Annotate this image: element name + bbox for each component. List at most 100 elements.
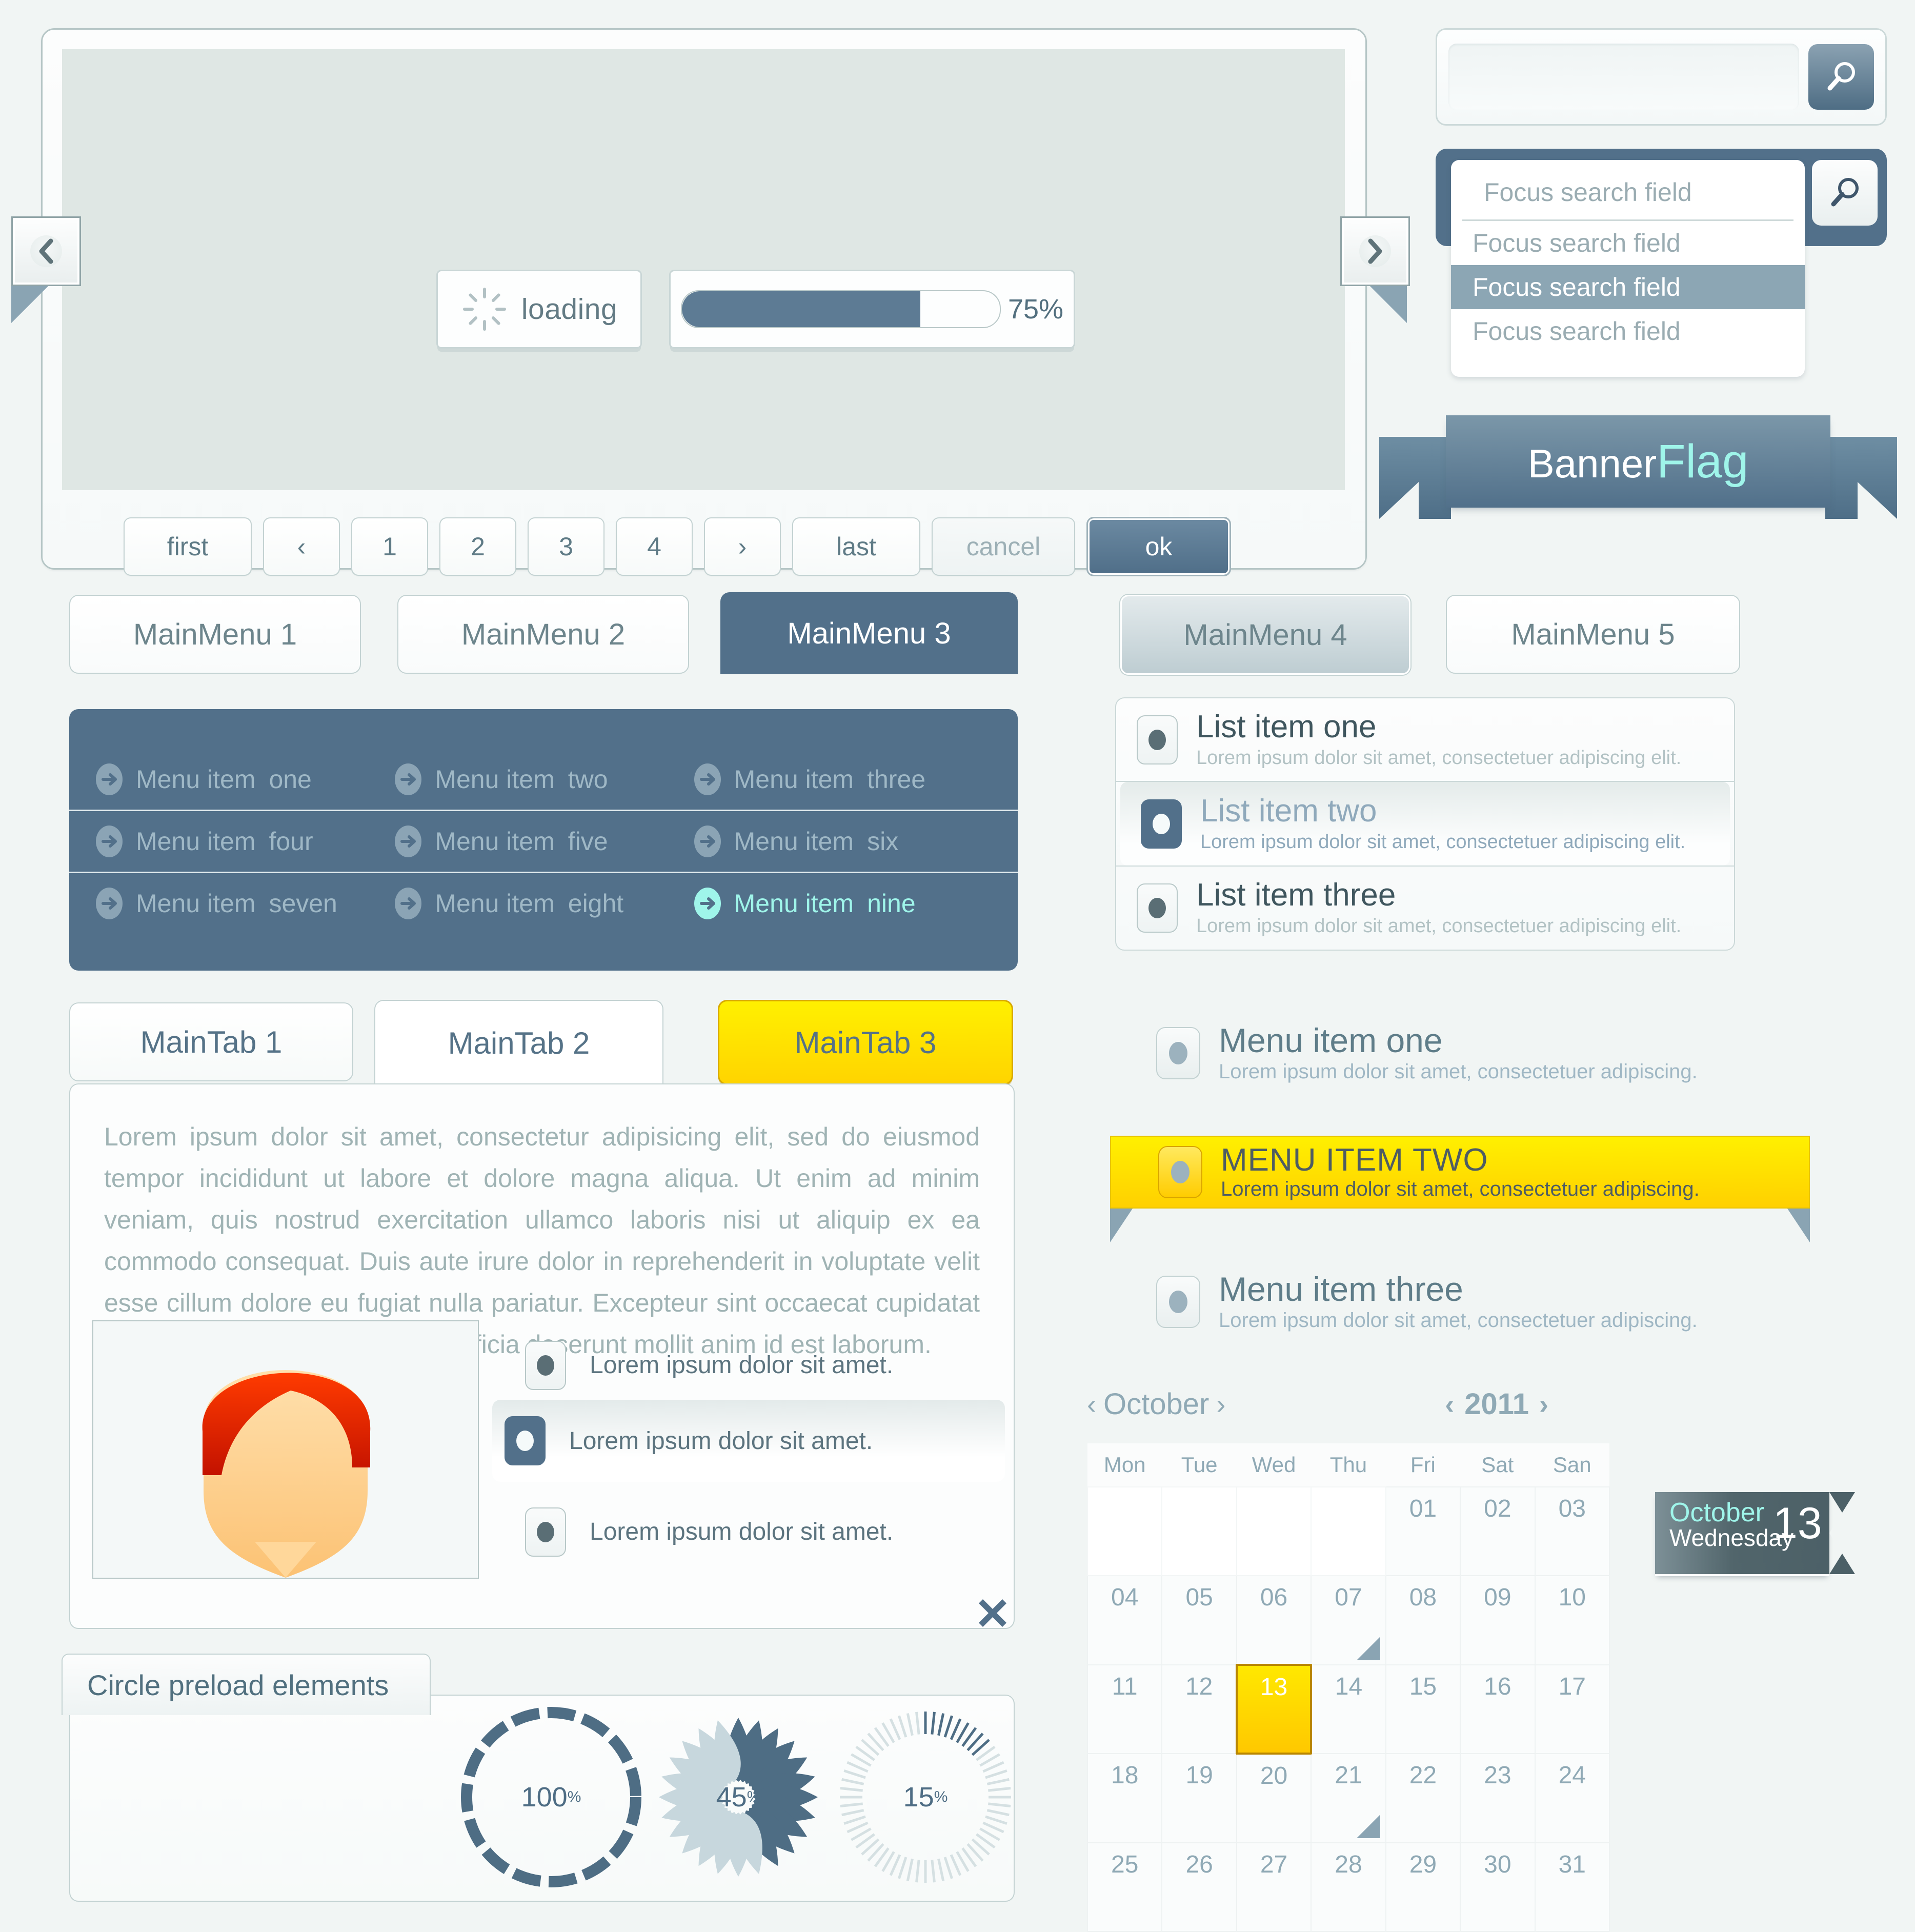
calendar-weekday-row: Mon Tue Wed Thu Fri Sat San (1087, 1443, 1609, 1487)
pagination-page-1[interactable]: 1 (351, 517, 428, 576)
calendar-day[interactable]: 15 (1385, 1664, 1461, 1754)
main-menu-tab-1[interactable]: MainMenu 1 (69, 595, 361, 674)
calendar-day[interactable]: 11 (1086, 1664, 1163, 1754)
radio-button[interactable] (1156, 1027, 1200, 1080)
menu-item-one[interactable]: Menu item one (95, 762, 394, 797)
menu-item-nine[interactable]: Menu item nine (693, 886, 992, 921)
calendar-day[interactable]: 08 (1385, 1575, 1461, 1665)
calendar-day[interactable]: 03 (1534, 1486, 1610, 1576)
search-suggestion-0[interactable]: Focus search field (1451, 221, 1805, 265)
progress-track[interactable] (680, 290, 1001, 328)
radio-button[interactable] (1158, 1146, 1202, 1198)
main-menu-tab-3[interactable]: MainMenu 3 (720, 592, 1018, 674)
menu-radio-item-two[interactable]: MENU ITEM TWO Lorem ipsum dolor sit amet… (1110, 1136, 1810, 1243)
menu-radio-item-three[interactable]: Menu item three Lorem ipsum dolor sit am… (1156, 1271, 1698, 1332)
search-suggestion-2[interactable]: Focus search field (1451, 309, 1805, 353)
search-button[interactable] (1808, 44, 1874, 110)
pagination-page-4[interactable]: 4 (616, 517, 693, 576)
calendar-day[interactable]: 16 (1460, 1664, 1536, 1754)
calendar-day[interactable]: 12 (1161, 1664, 1237, 1754)
calendar-year-next[interactable]: › (1539, 1391, 1548, 1418)
calendar-day-today[interactable]: 13 (1235, 1664, 1313, 1755)
pagination-page-3[interactable]: 3 (528, 517, 604, 576)
pagination-last-button[interactable]: last (792, 517, 920, 576)
calendar-month-prev[interactable]: ‹ (1087, 1391, 1096, 1418)
calendar-day[interactable]: 24 (1534, 1753, 1610, 1843)
main-tab-1[interactable]: MainTab 1 (69, 1002, 353, 1081)
menu-item-six[interactable]: Menu item six (693, 824, 992, 859)
calendar-day[interactable]: 25 (1086, 1842, 1163, 1932)
search-focus-button[interactable] (1812, 160, 1878, 226)
ok-button[interactable]: ok (1086, 517, 1231, 576)
pagination-first-button[interactable]: first (124, 517, 252, 576)
calendar-day[interactable]: 28 (1311, 1842, 1386, 1932)
radio-button[interactable] (525, 1340, 566, 1390)
calendar-day[interactable]: 19 (1161, 1753, 1237, 1843)
radio-button[interactable] (1137, 715, 1178, 764)
menu-item-seven[interactable]: Menu item seven (95, 886, 394, 921)
menu-radio-item-one[interactable]: Menu item one Lorem ipsum dolor sit amet… (1156, 1022, 1698, 1083)
carousel-prev-tail (11, 283, 51, 323)
carousel-prev-button[interactable] (11, 216, 81, 286)
calendar-day[interactable]: 27 (1236, 1842, 1312, 1932)
carousel-next-button[interactable] (1340, 216, 1410, 286)
calendar-day[interactable]: 05 (1161, 1575, 1237, 1665)
option-label: Lorem ipsum dolor sit amet. (590, 1518, 894, 1545)
main-tab-3[interactable]: MainTab 3 (718, 1000, 1013, 1085)
radio-button[interactable] (505, 1416, 546, 1465)
list-item[interactable]: List item one Lorem ipsum dolor sit amet… (1116, 698, 1734, 782)
calendar-day[interactable]: 26 (1161, 1842, 1237, 1932)
search-input[interactable] (1448, 44, 1799, 110)
menu-item-two[interactable]: Menu item two (394, 762, 693, 797)
calendar-year-nav: ‹ 2011 › (1445, 1387, 1548, 1421)
radio-button[interactable] (1141, 799, 1182, 849)
calendar-day[interactable]: 21 (1311, 1753, 1386, 1843)
calendar-day[interactable]: 01 (1385, 1486, 1461, 1576)
calendar-year-prev[interactable]: ‹ (1445, 1391, 1454, 1418)
close-x-icon[interactable] (977, 1597, 1009, 1632)
main-menu-tab-5[interactable]: MainMenu 5 (1446, 595, 1740, 674)
option-row-2[interactable]: Lorem ipsum dolor sit amet. (492, 1400, 1005, 1482)
calendar-day[interactable]: 29 (1385, 1842, 1461, 1932)
option-row-1[interactable]: Lorem ipsum dolor sit amet. (513, 1328, 1005, 1402)
list-item[interactable]: List item two Lorem ipsum dolor sit amet… (1120, 782, 1730, 866)
main-tab-2[interactable]: MainTab 2 (374, 1000, 663, 1085)
menu-item-three[interactable]: Menu item three (693, 762, 992, 797)
radio-button[interactable] (1156, 1276, 1200, 1329)
radio-button[interactable] (1137, 883, 1178, 933)
calendar-day[interactable]: 14 (1311, 1664, 1386, 1754)
pagination-page-2[interactable]: 2 (439, 517, 516, 576)
calendar-day[interactable]: 06 (1236, 1575, 1312, 1665)
menu-item-four[interactable]: Menu item four (95, 824, 394, 859)
calendar-day[interactable]: 18 (1086, 1753, 1163, 1843)
search-suggestion-1[interactable]: Focus search field (1451, 265, 1805, 309)
menu-item-eight[interactable]: Menu item eight (394, 886, 693, 921)
calendar-day[interactable]: 09 (1460, 1575, 1536, 1665)
calendar-day[interactable]: 10 (1534, 1575, 1610, 1665)
search-focus-input[interactable]: Focus search field (1462, 160, 1793, 221)
main-menu-tab-4[interactable]: MainMenu 4 (1120, 595, 1410, 675)
main-menu-tab-2[interactable]: MainMenu 2 (397, 595, 689, 674)
calendar-month-next[interactable]: › (1216, 1391, 1225, 1418)
calendar-day[interactable]: 31 (1534, 1842, 1610, 1932)
list-item[interactable]: List item three Lorem ipsum dolor sit am… (1116, 866, 1734, 949)
calendar-day[interactable]: 23 (1460, 1753, 1536, 1843)
radio-dot (537, 1521, 554, 1542)
calendar-day[interactable]: 20 (1236, 1753, 1312, 1843)
calendar-day[interactable]: 04 (1086, 1575, 1163, 1665)
calendar-day[interactable]: 30 (1460, 1842, 1536, 1932)
option-row-3[interactable]: Lorem ipsum dolor sit amet. (513, 1495, 1005, 1569)
calendar-day[interactable]: 07 (1311, 1575, 1386, 1665)
calendar-day[interactable]: 02 (1460, 1486, 1536, 1576)
cancel-button[interactable]: cancel (932, 517, 1075, 576)
menu-row: Menu item one Menu item two Menu item three (69, 749, 1018, 811)
radio-button[interactable] (525, 1507, 566, 1557)
calendar-day[interactable]: 22 (1385, 1753, 1461, 1843)
calendar-day[interactable]: 17 (1534, 1664, 1610, 1754)
highlight-band[interactable]: MENU ITEM TWO Lorem ipsum dolor sit amet… (1110, 1136, 1810, 1209)
menu-item-five[interactable]: Menu item five (394, 824, 693, 859)
pagination-next-button[interactable]: › (704, 517, 781, 576)
menu-item-suffix: one (269, 765, 312, 794)
arrow-circle-right-icon (694, 888, 721, 919)
pagination-prev-button[interactable]: ‹ (263, 517, 340, 576)
